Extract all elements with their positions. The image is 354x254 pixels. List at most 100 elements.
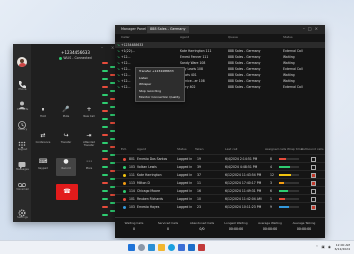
incoming-call-icon: ↘ (117, 79, 120, 83)
explorer-icon[interactable] (158, 244, 165, 251)
caller-cell: +12... (121, 61, 131, 65)
column-header[interactable]: Queue (228, 35, 238, 39)
column-header[interactable]: Caller (121, 35, 130, 39)
status-cell: External Call (283, 49, 303, 53)
history-icon[interactable] (16, 116, 28, 129)
phone-nav-icon[interactable] (16, 76, 28, 89)
new-call-button[interactable]: + New Call (79, 106, 99, 124)
attended-transfer-label: Attended Transfer (83, 141, 95, 147)
widgets-icon[interactable] (148, 244, 155, 251)
incoming-call-icon: ↘ (117, 61, 120, 65)
agent-assigned-cell: 9 (270, 205, 272, 209)
attended-transfer-icon: ⇥ (86, 132, 92, 139)
agent-last-call-cell: 6/4/2024 4:48:51 PM (225, 165, 258, 169)
column-header[interactable]: Taken (195, 147, 204, 151)
column-header[interactable]: Outbound calls (301, 147, 324, 151)
more-label: More (85, 167, 93, 170)
tab-queue[interactable]: 888 Sales - Germany (147, 26, 189, 33)
transfer-label: Transfer (60, 141, 72, 144)
wrap-progress-fill (279, 165, 290, 168)
status-cell: Waiting (283, 73, 295, 77)
stat-value: 0 (132, 227, 136, 231)
transfer-button[interactable]: ↪ Transfer (56, 132, 76, 150)
search-icon[interactable] (138, 244, 145, 251)
phone-app-icon[interactable] (188, 244, 195, 251)
stat-value: 00:00:00 (262, 227, 278, 231)
gear-icon[interactable] (16, 204, 28, 217)
agent-status-dot (123, 181, 126, 185)
column-header[interactable]: Agent (137, 147, 146, 151)
contacts-icon[interactable] (16, 96, 28, 109)
agent-name-cell: Ernesto Dos Santos (137, 157, 168, 161)
stat-label: Waiting Calls (124, 221, 144, 225)
agent-row[interactable]: 103 Ernesto Hayes Logged in 23 6/12/2024… (115, 202, 325, 211)
agent-taken-cell: 11 (197, 181, 201, 185)
caller-cell: +12... (121, 55, 131, 59)
agent-taken-cell: 39 (197, 165, 201, 169)
mute-button[interactable]: 🎤 Mute (56, 106, 76, 124)
hangup-button[interactable]: ☎ (56, 184, 78, 200)
wrap-progress-fill (279, 157, 286, 160)
column-header[interactable]: Assigned calls (265, 147, 286, 151)
stat-value: 00:00:00 (228, 227, 244, 231)
agent-checkbox[interactable] (311, 205, 316, 210)
agent-cell: Ernest Fenner 111 (180, 55, 209, 59)
column-header[interactable]: Ext. (121, 147, 127, 151)
record-button[interactable]: ● Record (56, 158, 76, 176)
store-icon[interactable] (178, 244, 185, 251)
hold-button[interactable]: ⏸ Hold (33, 106, 53, 124)
voicemail-icon[interactable] (16, 176, 28, 188)
agent-name-cell: Chicago Moore (137, 189, 160, 193)
agent-checkbox[interactable] (311, 165, 316, 170)
wrap-progress-bar (279, 157, 299, 160)
merge-icon: ⇄ (40, 132, 46, 139)
agent-status-cell: Logged in (177, 173, 193, 177)
caller-cell: +12... (121, 67, 131, 71)
column-header[interactable]: Status (177, 147, 187, 151)
window-controls[interactable]: –□× (303, 26, 321, 31)
agent-checkbox[interactable] (311, 197, 316, 202)
column-header[interactable]: Last call (225, 147, 237, 151)
caller-cell: +1234488633 (121, 43, 144, 47)
stat-serviced-calls: Serviced Calls 0 (151, 221, 185, 231)
attended-transfer-button[interactable]: ⇥ Attended Transfer (79, 132, 99, 150)
column-header[interactable]: Status (283, 35, 293, 39)
agent-checkbox[interactable] (311, 173, 316, 178)
system-tray-icons[interactable]: ⌃ ▣ ◉ (315, 245, 332, 249)
messages-icon[interactable] (16, 156, 28, 169)
agent-taken-cell: 19 (197, 157, 201, 161)
more-button[interactable]: ⋯ More (79, 158, 99, 176)
agent-name-cell: Volkan Lewis (137, 165, 157, 169)
agent-checkbox[interactable] (311, 189, 316, 194)
agent-ext-cell: 113 (129, 181, 135, 185)
agent-checkbox[interactable] (311, 157, 316, 162)
conference-button[interactable]: ⇄ Conference (33, 132, 53, 150)
agent-status-dot (123, 197, 126, 201)
agent-last-call-cell: 6/12/2024 11:43:54 PM (225, 173, 262, 177)
connection-status-text: WLIS - Connected (63, 56, 92, 60)
monitor-app-icon[interactable] (198, 244, 205, 251)
taskbar-clock[interactable]: 12:00 AM 6/12/2024 (335, 243, 350, 251)
menu-item-monitor-quality[interactable]: Monitor Connection Quality (136, 94, 184, 101)
conference-label: Conference (35, 141, 51, 144)
column-header[interactable]: Agent (180, 35, 189, 39)
caller-cell: +12... (121, 73, 131, 77)
edge-icon[interactable] (168, 244, 175, 251)
pause-icon: ⏸ (41, 106, 45, 113)
agent-taken-cell: 16 (197, 189, 201, 193)
keypad-button[interactable]: ⌨ Keypad (33, 158, 53, 176)
agent-taken-cell: 10 (197, 197, 201, 201)
keypad-nav-icon[interactable] (16, 136, 28, 149)
agent-status-cell: Logged in (177, 181, 193, 185)
wrap-progress-bar (279, 165, 299, 168)
agent-checkbox[interactable] (311, 181, 316, 186)
start-icon[interactable] (128, 244, 135, 251)
wrap-progress-bar (279, 205, 299, 208)
wrap-progress-bar (279, 181, 299, 184)
agent-status-dot (123, 165, 126, 169)
avatar[interactable] (17, 57, 27, 67)
agent-taken-cell: 23 (197, 205, 201, 209)
agent-status-cell: Logged in (177, 165, 193, 169)
agent-name-cell: Milton D (137, 181, 150, 185)
status-dot-icon (59, 56, 63, 60)
